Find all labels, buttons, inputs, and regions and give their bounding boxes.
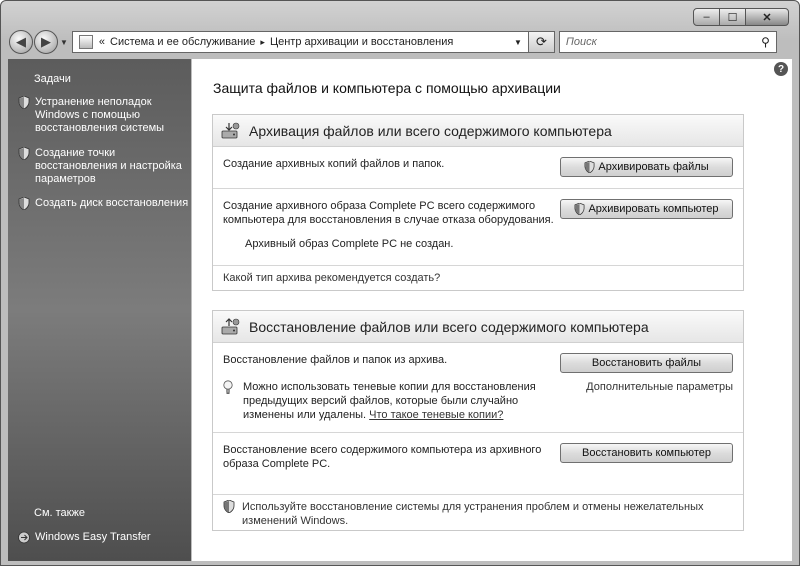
shadow-copy-tip-text: Можно использовать теневые копии для вос…	[243, 380, 536, 422]
system-restore-link[interactable]: Используйте восстановление системы для у…	[242, 500, 704, 528]
restore-files-button-label: Восстановить файлы	[591, 357, 702, 369]
tasks-heading: Задачи	[34, 73, 71, 85]
backup-section-title: Архивация файлов или всего содержимого к…	[249, 122, 612, 139]
shield-icon	[18, 147, 30, 160]
sidebar-item-system-restore[interactable]: Устранение неполадок Windows с помощью в…	[18, 96, 190, 135]
back-button[interactable]: ◀	[9, 30, 33, 54]
page-title: Защита файлов и компьютера с помощью арх…	[213, 80, 561, 96]
control-panel-icon	[78, 35, 93, 49]
restore-computer-button-label: Восстановить компьютер	[582, 447, 711, 459]
system-restore-line1[interactable]: Используйте восстановление системы для у…	[242, 501, 704, 513]
minimize-button[interactable]: –	[693, 8, 720, 26]
search-icon[interactable]: ⚲	[761, 35, 770, 49]
shield-icon	[18, 96, 30, 109]
shadow-copy-tip-line2: предыдущих версий файлов, которые были с…	[243, 395, 519, 407]
restore-files-button[interactable]: Восстановить файлы	[560, 353, 733, 373]
shadow-copy-tip-line1: Можно использовать теневые копии для вос…	[243, 381, 536, 393]
system-restore-line2[interactable]: изменений Windows.	[242, 515, 348, 527]
restore-section: Восстановление файлов или всего содержим…	[212, 310, 744, 531]
backup-type-help-link[interactable]: Какой тип архива рекомендуется создать?	[223, 271, 440, 285]
breadcrumb-separator[interactable]: ▸	[260, 37, 265, 48]
window: – ☐ ✕ ◀ ▶ ▼ « Система и ее обслуживание …	[0, 0, 800, 566]
backup-help-row: Какой тип архива рекомендуется создать?	[213, 266, 743, 290]
backup-computer-button[interactable]: Архивировать компьютер	[560, 199, 733, 219]
lightbulb-icon	[223, 380, 233, 394]
sidebar-item-label[interactable]: Устранение неполадок Windows с помощью в…	[35, 96, 190, 135]
sidebar-item-label[interactable]: Создать диск восстановления	[35, 197, 188, 210]
backup-computer-button-label: Архивировать компьютер	[588, 203, 719, 215]
system-restore-row: Используйте восстановление системы для у…	[213, 495, 743, 531]
restore-files-description: Восстановление файлов и папок из архива.	[223, 354, 448, 366]
recent-pages-dropdown[interactable]: ▼	[60, 38, 68, 47]
maximize-button[interactable]: ☐	[719, 8, 746, 26]
advanced-options-link[interactable]: Дополнительные параметры	[586, 381, 733, 393]
content-area: ? Защита файлов и компьютера с помощью а…	[192, 59, 792, 561]
help-icon[interactable]: ?	[774, 62, 788, 76]
restore-computer-desc-line2: образа Complete PC.	[223, 458, 331, 470]
backup-image-status: Архивный образ Complete PC не создан.	[245, 238, 454, 250]
restore-files-row: Восстановление файлов и папок из архива.…	[213, 343, 743, 433]
caption-buttons: – ☐ ✕	[693, 8, 789, 26]
backup-section-header: Архивация файлов или всего содержимого к…	[213, 115, 743, 147]
address-dropdown-icon[interactable]: ▼	[514, 38, 522, 47]
refresh-icon: ⟳	[535, 34, 547, 49]
forward-arrow-icon: ▶	[41, 34, 51, 49]
backup-files-button[interactable]: Архивировать файлы	[560, 157, 733, 177]
backup-computer-desc-line2: компьютера для восстановления в случае о…	[223, 214, 554, 226]
easy-transfer-icon	[18, 531, 30, 544]
restore-section-header: Восстановление файлов или всего содержим…	[213, 311, 743, 343]
restore-section-title: Восстановление файлов или всего содержим…	[249, 318, 649, 335]
breadcrumb-system[interactable]: Система и ее обслуживание	[110, 36, 255, 48]
restore-computer-description: Восстановление всего содержимого компьют…	[223, 443, 541, 471]
shadow-copies-help-link[interactable]: Что такое теневые копии?	[369, 409, 503, 421]
task-pane: Задачи Устранение неполадок Windows с по…	[8, 59, 191, 561]
breadcrumb-backup-center[interactable]: Центр архивации и восстановления	[270, 36, 453, 48]
sidebar-item-recovery-disk[interactable]: Создать диск восстановления	[18, 197, 190, 210]
backup-files-button-label: Архивировать файлы	[598, 161, 709, 173]
system-restore-note: Используйте восстановление системы для у…	[223, 500, 704, 528]
shield-icon	[584, 161, 595, 173]
restore-computer-button[interactable]: Восстановить компьютер	[560, 443, 733, 463]
restore-drive-icon	[221, 317, 240, 334]
refresh-button[interactable]: ⟳	[528, 31, 555, 53]
close-button[interactable]: ✕	[745, 8, 789, 26]
backup-computer-row: Создание архивного образа Complete PC вс…	[213, 189, 743, 266]
shadow-copy-tip-line3: изменены или удалены.	[243, 409, 367, 421]
address-bar[interactable]: « Система и ее обслуживание ▸ Центр архи…	[71, 31, 529, 53]
backup-computer-desc-line1: Создание архивного образа Complete PC вс…	[223, 200, 536, 212]
navigation-bar: ◀ ▶ ▼ « Система и ее обслуживание ▸ Цент…	[9, 29, 791, 55]
shadow-copy-tip: Можно использовать теневые копии для вос…	[223, 380, 536, 422]
shield-icon	[18, 197, 30, 210]
backup-computer-description: Создание архивного образа Complete PC вс…	[223, 199, 554, 227]
see-also-heading: См. также	[34, 507, 85, 519]
restore-computer-row: Восстановление всего содержимого компьют…	[213, 433, 743, 495]
restore-computer-desc-line1: Восстановление всего содержимого компьют…	[223, 444, 542, 456]
shield-icon	[223, 500, 235, 513]
backup-drive-icon	[221, 122, 240, 138]
backup-files-description: Создание архивных копий файлов и папок.	[223, 158, 445, 170]
sidebar-item-restore-point[interactable]: Создание точки восстановления и настройк…	[18, 147, 190, 186]
backup-files-row: Создание архивных копий файлов и папок. …	[213, 147, 743, 189]
forward-button[interactable]: ▶	[34, 30, 58, 54]
sidebar-item-label[interactable]: Windows Easy Transfer	[35, 531, 151, 544]
backup-section: Архивация файлов или всего содержимого к…	[212, 114, 744, 291]
sidebar-item-label[interactable]: Создание точки восстановления и настройк…	[35, 147, 190, 186]
shield-icon	[575, 203, 585, 215]
address-overflow-chevron[interactable]: «	[99, 36, 105, 48]
sidebar-item-easy-transfer[interactable]: Windows Easy Transfer	[18, 531, 190, 544]
search-box[interactable]: Поиск ⚲	[558, 31, 777, 53]
search-input[interactable]: Поиск	[566, 36, 597, 48]
back-arrow-icon: ◀	[16, 34, 26, 49]
